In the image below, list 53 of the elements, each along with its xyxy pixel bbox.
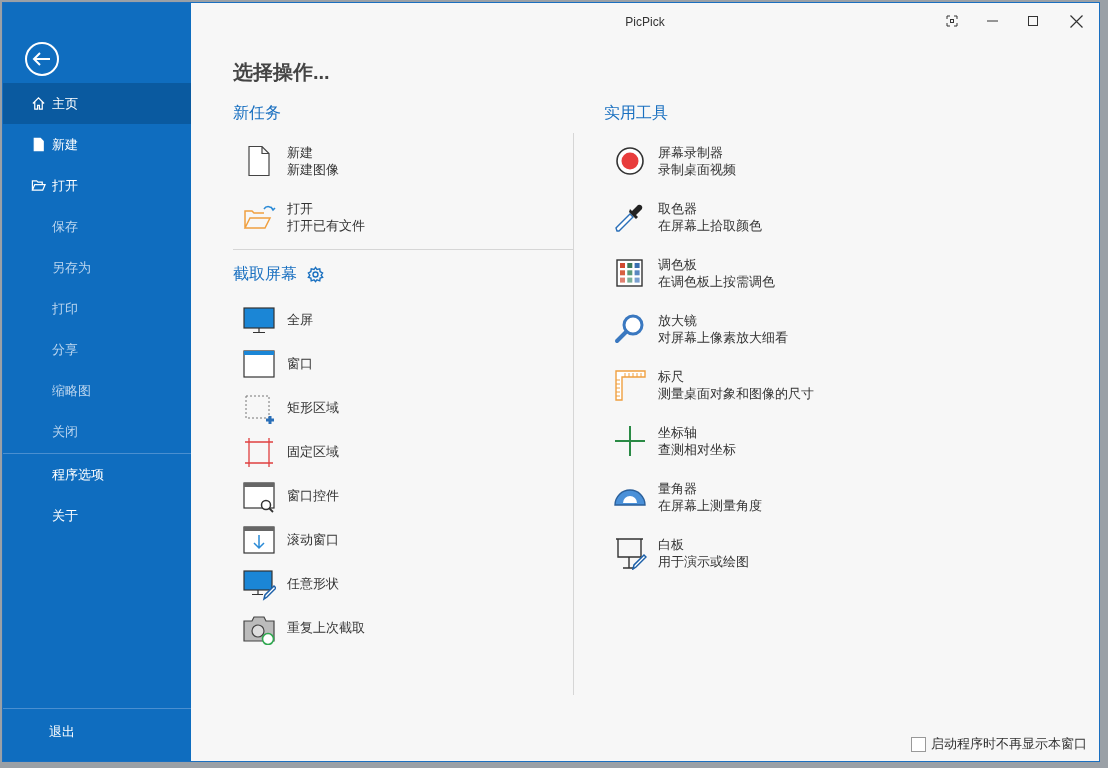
sidebar-item[interactable]: 新建 <box>3 124 191 165</box>
record-icon <box>613 144 647 178</box>
ruler-icon <box>613 368 647 402</box>
tool-name: 屏幕录制器 <box>658 144 724 161</box>
window-icon <box>242 347 276 381</box>
section-title: 实用工具 <box>604 103 669 123</box>
tool-name: 量角器 <box>658 480 698 497</box>
settings-icon[interactable] <box>307 265 324 283</box>
monitor-pen-icon <box>242 567 276 601</box>
tool-name: 矩形区域 <box>287 399 339 418</box>
tool-description: 在屏幕上测量角度 <box>658 497 762 514</box>
tool-name: 放大镜 <box>658 312 698 329</box>
tool-description: 录制桌面视频 <box>658 161 736 178</box>
crop-frame-icon <box>242 435 276 469</box>
tool-name: 调色板 <box>658 256 698 273</box>
tool-name: 白板 <box>658 536 685 553</box>
tool-description: 在屏幕上拾取颜色 <box>658 217 762 234</box>
page-heading: 选择操作... <box>233 60 330 85</box>
exit-item[interactable]: 退出 <box>3 709 191 755</box>
tool-description: 新建图像 <box>287 161 339 178</box>
tool-name: 打开 <box>287 200 314 217</box>
tool-description: 在调色板上按需调色 <box>658 273 775 290</box>
tool-name: 任意形状 <box>287 575 339 594</box>
window-search-icon <box>242 479 276 513</box>
tool-description: 查测相对坐标 <box>658 441 736 458</box>
folder-icon <box>31 178 46 193</box>
sidebar-item[interactable]: 关于 <box>3 495 191 536</box>
sidebar-item[interactable]: 打开 <box>3 165 191 206</box>
home-icon <box>31 96 46 111</box>
sidebar-item[interactable]: 主页 <box>3 83 191 124</box>
checkbox[interactable] <box>911 736 926 752</box>
tool-description: 打开已有文件 <box>287 217 365 234</box>
tool-name: 重复上次截取 <box>287 619 365 638</box>
crosshair-icon <box>613 424 647 458</box>
tool-name: 滚动窗口 <box>287 531 339 550</box>
section-title: 新任务 <box>233 103 282 123</box>
tool-description: 对屏幕上像素放大细看 <box>658 329 788 346</box>
checkbox-label: 启动程序时不再显示本窗口 <box>931 735 1087 754</box>
tool-name: 窗口 <box>287 355 313 374</box>
tool-description: 测量桌面对象和图像的尺寸 <box>658 385 814 402</box>
tool-description: 用于演示或绘图 <box>658 553 749 570</box>
tool-name: 取色器 <box>658 200 698 217</box>
section-title: 截取屏幕 <box>233 264 297 284</box>
document-icon <box>31 137 46 152</box>
tool-name: 新建 <box>287 144 314 161</box>
sidebar-item[interactable]: 程序选项 <box>3 454 191 495</box>
tool-name: 标尺 <box>658 368 685 385</box>
tool-name: 坐标轴 <box>658 424 698 441</box>
tool-name: 全屏 <box>287 311 313 330</box>
whiteboard-pen-icon <box>613 536 647 570</box>
tool-name: 窗口控件 <box>287 487 339 506</box>
tool-name: 固定区域 <box>287 443 339 462</box>
window-title: PicPick <box>624 14 666 31</box>
